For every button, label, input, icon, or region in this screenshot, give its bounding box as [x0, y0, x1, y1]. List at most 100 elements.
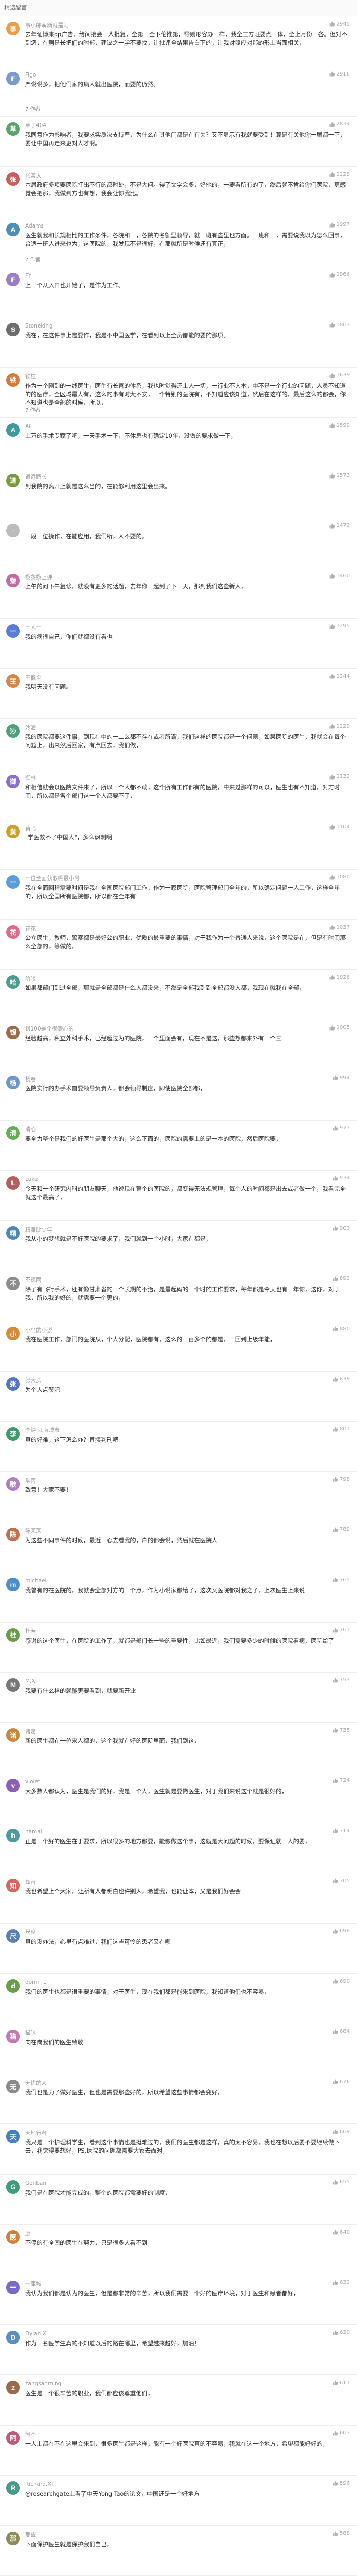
user-name[interactable]: hamal [25, 1829, 42, 1835]
like-button[interactable]: 632 [332, 2280, 350, 2286]
avatar[interactable]: 黄 [6, 825, 20, 839]
user-name[interactable]: Figo [25, 72, 36, 78]
avatar[interactable]: 阿 [6, 2431, 20, 2445]
avatar[interactable]: 道 [6, 473, 20, 487]
avatar[interactable]: F [6, 72, 20, 86]
user-name[interactable]: 草子404 [25, 121, 46, 129]
like-button[interactable]: 1037 [329, 924, 350, 931]
like-button[interactable]: 1080 [329, 874, 350, 881]
like-button[interactable]: 1460 [329, 573, 350, 579]
avatar[interactable]: 李 [6, 1427, 20, 1441]
avatar[interactable]: A [6, 222, 20, 236]
avatar[interactable]: 花 [6, 925, 20, 939]
avatar[interactable]: 精 [6, 1226, 20, 1240]
user-name[interactable]: Dylan X. [25, 2331, 48, 2337]
like-button[interactable]: 1132 [329, 774, 350, 780]
user-name[interactable]: 清心 [25, 1125, 36, 1133]
like-button[interactable]: 611 [332, 2380, 350, 2386]
avatar[interactable]: F [6, 272, 20, 286]
like-button[interactable]: 705 [332, 1878, 350, 1884]
user-name[interactable]: domi+1 [25, 1979, 47, 1986]
avatar[interactable]: 银 [6, 1025, 20, 1039]
like-button[interactable]: 761 [332, 1627, 350, 1633]
user-name[interactable]: 一位全面获取啊最小号 [25, 874, 80, 882]
user-name[interactable]: 愿 [25, 2230, 31, 2238]
avatar[interactable]: G [6, 2180, 20, 2194]
like-button[interactable]: 789 [332, 1527, 350, 1533]
like-button[interactable]: 676 [332, 2079, 350, 2085]
like-button[interactable]: 655 [332, 2179, 350, 2185]
avatar[interactable]: 诸 [6, 1728, 20, 1742]
avatar[interactable]: 杜 [6, 1628, 20, 1642]
user-name[interactable]: 知音 [25, 1878, 36, 1886]
avatar[interactable]: 张 [6, 1377, 20, 1391]
like-button[interactable]: 1966 [329, 272, 350, 278]
like-button[interactable]: 753 [332, 1677, 350, 1683]
user-name[interactable]: 小鸟的小说 [25, 1326, 53, 1334]
user-name[interactable]: 诸葛 [25, 1728, 36, 1736]
like-button[interactable]: 2228 [329, 171, 350, 178]
avatar[interactable]: 小 [6, 1327, 20, 1341]
user-name[interactable]: 黄飞 [25, 824, 36, 832]
avatar[interactable]: S [6, 323, 20, 337]
like-button[interactable]: 698 [332, 1928, 350, 1934]
user-name[interactable]: 张大头 [25, 1376, 42, 1384]
user-name[interactable]: 杜若 [25, 1627, 36, 1635]
like-button[interactable]: 1573 [329, 473, 350, 479]
like-button[interactable]: 669 [332, 2129, 350, 2135]
user-name[interactable]: 花花 [25, 925, 36, 933]
like-button[interactable]: 2945 [329, 21, 350, 27]
avatar[interactable]: 一 [6, 624, 20, 638]
user-name[interactable]: Adams [25, 223, 44, 229]
user-name[interactable]: 铁柱 [25, 372, 36, 380]
user-name[interactable]: 耿丙 [25, 1477, 36, 1485]
user-name[interactable]: FY [25, 273, 31, 279]
avatar[interactable]: 御 [6, 774, 20, 788]
like-button[interactable]: 934 [332, 1175, 350, 1182]
like-button[interactable]: 1863 [329, 322, 350, 328]
like-button[interactable]: 994 [332, 1075, 350, 1081]
like-button[interactable]: 801 [332, 1426, 350, 1432]
avatar[interactable]: L [6, 1176, 20, 1190]
avatar[interactable]: 尺 [6, 1929, 20, 1943]
user-name[interactable]: 事小郎萌新就是阿 [25, 21, 69, 29]
user-name[interactable]: 无忧的人 [25, 2079, 47, 2087]
user-name[interactable]: 精雅比少年 [25, 1226, 53, 1234]
avatar[interactable]: 一 [6, 875, 20, 889]
avatar[interactable]: 张 [6, 172, 20, 186]
avatar[interactable]: 清 [6, 1126, 20, 1140]
like-button[interactable]: 603 [332, 2430, 350, 2436]
avatar[interactable]: 事 [6, 22, 20, 35]
like-button[interactable]: 798 [332, 1476, 350, 1482]
user-name[interactable]: 不夜雨 [25, 1276, 42, 1284]
like-button[interactable]: 1005 [329, 1025, 350, 1031]
like-button[interactable]: 640 [332, 2229, 350, 2235]
avatar[interactable]: 哈 [6, 975, 20, 989]
like-button[interactable]: 714 [332, 1828, 350, 1834]
like-button[interactable]: 1472 [329, 523, 350, 529]
user-name[interactable]: 李钟·江南城市 [25, 1426, 59, 1434]
like-button[interactable]: 1639 [329, 372, 350, 379]
avatar[interactable]: · [6, 523, 20, 537]
like-button[interactable]: 690 [332, 1978, 350, 1984]
user-name[interactable]: 王概全 [25, 674, 42, 682]
like-button[interactable]: 880 [332, 1326, 350, 1332]
author-reply-tag[interactable]: 7 作者 [25, 255, 41, 263]
user-name[interactable]: 天地行者 [25, 2129, 47, 2137]
user-name[interactable]: 猫咪 [25, 2029, 36, 2037]
like-button[interactable]: 620 [332, 2330, 350, 2336]
like-button[interactable]: 735 [332, 1727, 350, 1733]
avatar[interactable]: A [6, 423, 20, 437]
avatar[interactable]: 耿 [6, 1477, 20, 1491]
user-name[interactable]: Richard.Xi [25, 2481, 53, 2487]
user-name[interactable]: 那些 [25, 2531, 36, 2539]
like-button[interactable]: 2834 [329, 121, 350, 128]
avatar[interactable]: d [6, 1979, 20, 1993]
avatar[interactable]: M [6, 1678, 20, 1692]
user-name[interactable]: 黎黎黎上课 [25, 573, 53, 581]
like-button[interactable]: 684 [332, 2029, 350, 2035]
avatar[interactable]: 愿 [6, 2230, 20, 2244]
like-button[interactable]: 596 [332, 2480, 350, 2486]
user-name[interactable]: 银100是个很暖心的 [25, 1025, 74, 1033]
avatar[interactable]: 陈 [6, 1527, 20, 1541]
